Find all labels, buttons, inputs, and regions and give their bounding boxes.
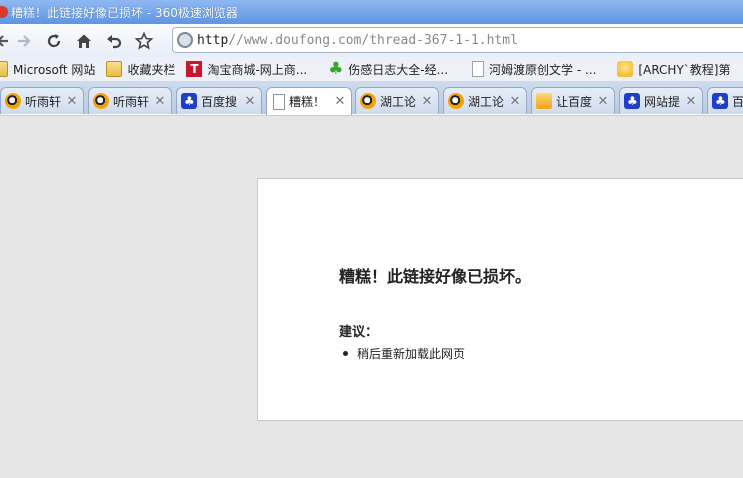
- error-card: 糟糕！此链接好像已损坏。 建议： 稍后重新加载此网页: [257, 178, 743, 421]
- tab-tingyuxuan-1[interactable]: 听雨轩 ✕: [0, 87, 84, 114]
- bird-icon: [448, 93, 464, 109]
- bookmark-taobao[interactable]: T 淘宝商城-网上商...: [186, 58, 313, 80]
- browser-logo-icon: [0, 6, 8, 18]
- bird-icon: [5, 93, 21, 109]
- toolbar-divider: [0, 114, 743, 116]
- undo-button[interactable]: [99, 27, 129, 55]
- tab-baidu-partial[interactable]: 百: [707, 87, 743, 114]
- tab-error-page[interactable]: 糟糕！ ✕: [266, 87, 352, 115]
- taobao-icon: T: [186, 61, 203, 77]
- bookmark-sad-diary[interactable]: 伤感日志大全-经...: [327, 58, 454, 80]
- paw-icon: [624, 93, 640, 109]
- tab-hugong-1[interactable]: 湖工论 ✕: [355, 87, 439, 114]
- undo-icon: [107, 34, 122, 48]
- trophy-icon: [617, 61, 634, 77]
- mail-icon: [536, 93, 552, 109]
- page-icon: [472, 61, 485, 77]
- refresh-button[interactable]: [39, 27, 69, 55]
- home-button[interactable]: [69, 27, 99, 55]
- address-bar[interactable]: http//www.doufong.com/thread-367-1-1.htm…: [172, 27, 743, 53]
- star-icon: [135, 31, 153, 50]
- bookmarks-bar: Microsoft 网站 收藏夹栏 T 淘宝商城-网上商... 伤感日志大全-经…: [0, 57, 743, 81]
- window-title: 糟糕！此链接好像已损坏 - 360极速浏览器: [11, 5, 238, 20]
- tab-strip: 听雨轩 ✕ 听雨轩 ✕ 百度搜 ✕ 糟糕！ ✕ 湖工论 ✕ 湖工论 ✕ 让百度 …: [0, 81, 743, 115]
- close-icon[interactable]: ✕: [65, 94, 79, 109]
- list-item: 稍后重新加载此网页: [339, 345, 465, 362]
- close-icon[interactable]: ✕: [243, 94, 257, 109]
- bookmark-archy[interactable]: [ARCHY`教程]第: [617, 58, 736, 80]
- bullet-icon: [343, 351, 348, 356]
- tab-tingyuxuan-2[interactable]: 听雨轩 ✕: [88, 87, 172, 114]
- suggestion-list: 稍后重新加载此网页: [339, 345, 465, 362]
- folder-icon: [0, 61, 8, 77]
- clover-icon: [327, 61, 343, 77]
- close-icon[interactable]: ✕: [333, 94, 347, 109]
- forward-icon: [18, 34, 31, 47]
- suggestion-text: 稍后重新加载此网页: [357, 347, 466, 361]
- bird-icon: [360, 93, 376, 109]
- close-icon[interactable]: ✕: [153, 94, 167, 109]
- bookmark-star-button[interactable]: [129, 27, 159, 55]
- folder-icon: [106, 61, 123, 77]
- document-icon: [273, 93, 285, 110]
- close-icon[interactable]: ✕: [508, 94, 522, 109]
- paw-icon: [712, 93, 728, 109]
- paw-icon: [181, 93, 197, 109]
- bookmark-favorites-bar[interactable]: 收藏夹栏: [106, 58, 181, 80]
- title-bar: 糟糕！此链接好像已损坏 - 360极速浏览器: [0, 0, 743, 24]
- bookmark-hemudu[interactable]: 河姆渡原创文学 - ...: [472, 58, 602, 80]
- tab-hugong-2[interactable]: 湖工论 ✕: [443, 87, 527, 114]
- tab-site-submit[interactable]: 网站提 ✕: [619, 87, 703, 114]
- tab-let-baidu[interactable]: 让百度 ✕: [531, 87, 615, 114]
- address-url[interactable]: http//www.doufong.com/thread-367-1-1.htm…: [197, 33, 518, 48]
- tab-baidu-search[interactable]: 百度搜 ✕: [176, 87, 262, 114]
- bird-icon: [93, 93, 109, 109]
- close-icon[interactable]: ✕: [684, 94, 698, 109]
- refresh-icon: [47, 33, 61, 47]
- globe-icon: [177, 32, 193, 48]
- navigation-toolbar: http//www.doufong.com/thread-367-1-1.htm…: [0, 24, 743, 57]
- suggestion-heading: 建议：: [339, 325, 379, 340]
- back-button[interactable]: [0, 27, 9, 55]
- home-icon: [77, 34, 91, 48]
- error-title: 糟糕！此链接好像已损坏。: [339, 267, 532, 286]
- forward-button[interactable]: [9, 27, 39, 55]
- close-icon[interactable]: ✕: [596, 94, 610, 109]
- close-icon[interactable]: ✕: [420, 94, 434, 109]
- back-icon: [0, 34, 8, 47]
- bookmark-microsoft[interactable]: Microsoft 网站: [0, 58, 101, 80]
